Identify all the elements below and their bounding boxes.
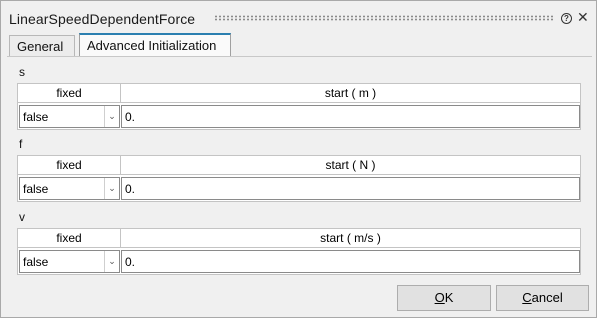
start-input-f[interactable]: 0. — [121, 177, 580, 200]
section-label-v: v — [19, 210, 25, 224]
tab-bar: General Advanced Initialization — [7, 33, 592, 57]
cancel-label-rest: ancel — [531, 290, 563, 305]
start-input-value: 0. — [125, 255, 136, 269]
section-label-s: s — [19, 65, 25, 79]
ok-mnemonic: O — [434, 290, 445, 305]
ok-label-rest: K — [444, 290, 454, 305]
drag-grip[interactable] — [214, 15, 554, 21]
fixed-select-f[interactable]: false ⌄ — [19, 177, 120, 200]
column-header-fixed: fixed — [18, 156, 121, 175]
fixed-select-value: false — [23, 110, 49, 124]
fixed-select-s[interactable]: false ⌄ — [19, 105, 120, 128]
close-icon[interactable]: ✕ — [577, 10, 589, 24]
column-header-fixed: fixed — [18, 229, 121, 248]
fixed-select-value: false — [23, 182, 49, 196]
help-icon[interactable]: ? — [561, 13, 572, 24]
start-input-v[interactable]: 0. — [121, 250, 580, 273]
tab-general[interactable]: General — [9, 35, 75, 56]
tab-advanced-initialization[interactable]: Advanced Initialization — [79, 33, 231, 57]
tab-advanced-initialization-label: Advanced Initialization — [87, 38, 217, 53]
fixed-select-value: false — [23, 255, 49, 269]
start-input-value: 0. — [125, 110, 136, 124]
dialog-window: LinearSpeedDependentForce ? ✕ General Ad… — [0, 0, 597, 318]
init-table-s: fixed start ( m ) false ⌄ 0. — [17, 83, 581, 130]
init-table-f: fixed start ( N ) false ⌄ 0. — [17, 155, 581, 202]
chevron-down-icon[interactable]: ⌄ — [104, 106, 119, 127]
dialog-title: LinearSpeedDependentForce — [9, 11, 196, 27]
start-input-s[interactable]: 0. — [121, 105, 580, 128]
fixed-select-v[interactable]: false ⌄ — [19, 250, 120, 273]
cancel-button[interactable]: Cancel — [496, 285, 589, 311]
cancel-mnemonic: C — [522, 290, 532, 305]
column-header-start: start ( m/s ) — [121, 229, 580, 248]
title-bar[interactable]: LinearSpeedDependentForce ? ✕ — [1, 1, 596, 33]
chevron-down-icon[interactable]: ⌄ — [104, 251, 119, 272]
chevron-down-icon[interactable]: ⌄ — [104, 178, 119, 199]
start-input-value: 0. — [125, 182, 136, 196]
column-header-start: start ( N ) — [121, 156, 580, 175]
ok-button[interactable]: OK — [397, 285, 491, 311]
tab-divider — [7, 56, 592, 57]
init-table-v: fixed start ( m/s ) false ⌄ 0. — [17, 228, 581, 275]
tab-general-label: General — [17, 39, 64, 54]
column-header-start: start ( m ) — [121, 84, 580, 103]
section-label-f: f — [19, 137, 23, 151]
column-header-fixed: fixed — [18, 84, 121, 103]
